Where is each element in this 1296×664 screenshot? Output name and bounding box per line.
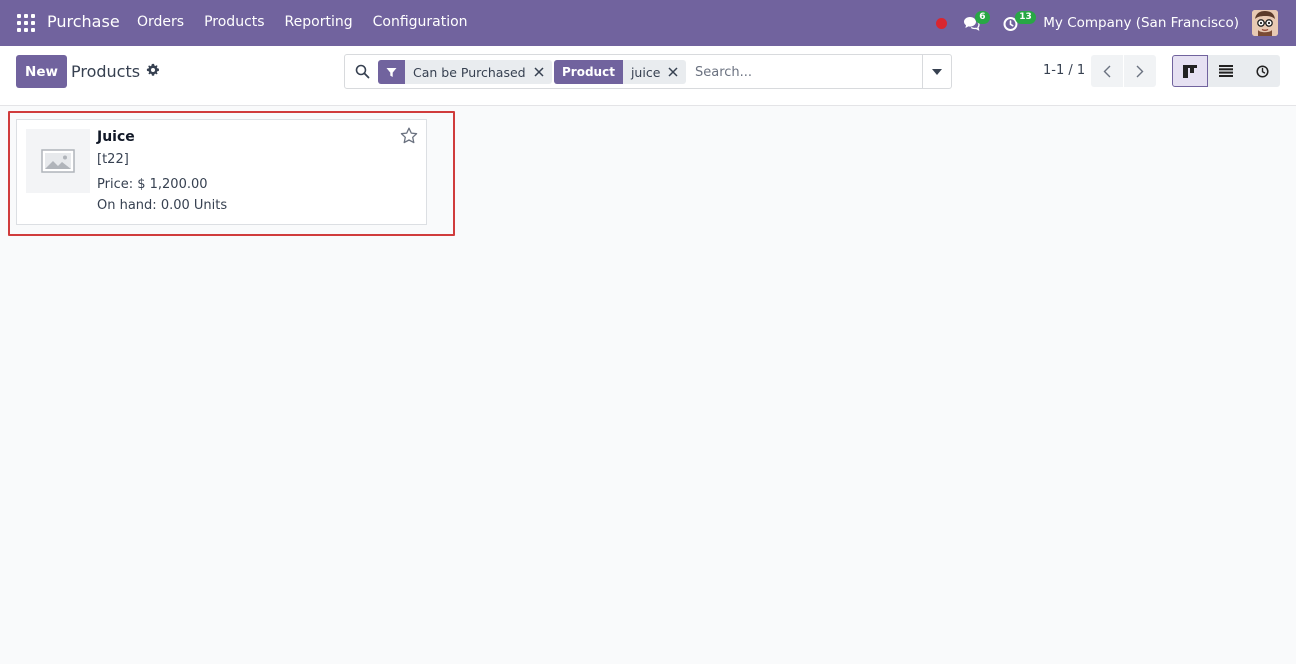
- menu-products[interactable]: Products: [204, 14, 264, 30]
- menu-configuration[interactable]: Configuration: [373, 14, 468, 30]
- gear-icon[interactable]: [146, 63, 160, 77]
- search-bar: Can be Purchased Product juice: [344, 54, 952, 89]
- messages-count-badge: 6: [975, 11, 990, 24]
- activities-button[interactable]: 13: [1003, 11, 1036, 33]
- apps-grid-icon[interactable]: [17, 14, 35, 32]
- close-icon: [534, 67, 544, 77]
- product-card[interactable]: Juice [t22] Price: $ 1,200.00 On hand: 0…: [16, 119, 427, 225]
- red-dot-icon[interactable]: [936, 17, 948, 29]
- control-panel: New Products Can be Purchased Product ju…: [0, 46, 1296, 106]
- filter-icon: [386, 67, 397, 77]
- page-title[interactable]: Products: [71, 62, 140, 81]
- menu-reporting[interactable]: Reporting: [285, 14, 353, 30]
- search-icon[interactable]: [355, 64, 370, 79]
- facet-filter-remove-button[interactable]: [534, 60, 552, 84]
- chevron-right-icon: [1136, 65, 1144, 77]
- app-brand[interactable]: Purchase: [47, 12, 120, 31]
- top-navbar: Purchase Orders Products Reporting Confi…: [0, 0, 1296, 46]
- search-facet-filter: Can be Purchased: [378, 60, 552, 84]
- caret-down-icon: [932, 68, 942, 75]
- placeholder-image-icon: [26, 129, 90, 193]
- new-button[interactable]: New: [16, 55, 67, 88]
- chevron-left-icon: [1103, 65, 1111, 77]
- facet-filter-value: Can be Purchased: [413, 64, 526, 80]
- pager-previous-button[interactable]: [1091, 55, 1123, 87]
- search-options-toggle[interactable]: [922, 55, 951, 88]
- pager-value[interactable]: 1-1 / 1: [1043, 63, 1085, 78]
- star-icon[interactable]: [400, 127, 418, 144]
- kanban-view-button[interactable]: [1172, 55, 1208, 87]
- product-code: [t22]: [97, 152, 129, 167]
- activity-view-button[interactable]: [1244, 55, 1280, 87]
- facet-product-value: juice: [630, 64, 661, 80]
- facet-product-remove-button[interactable]: [668, 60, 686, 84]
- product-price: Price: $ 1,200.00: [97, 177, 208, 192]
- clock-icon: [1255, 64, 1269, 78]
- product-on-hand: On hand: 0.00 Units: [97, 198, 228, 213]
- messages-button[interactable]: 6: [963, 11, 990, 33]
- search-input[interactable]: [695, 61, 915, 83]
- navbar-systray: 6 13 My Company (San Francisco): [936, 0, 1278, 46]
- list-icon: [1219, 65, 1233, 77]
- search-facet-product: Product juice: [554, 60, 687, 84]
- view-switcher: [1172, 55, 1280, 87]
- kanban-icon: [1183, 64, 1197, 78]
- facet-product-label: Product: [554, 60, 623, 84]
- menu-orders[interactable]: Orders: [137, 14, 184, 30]
- facet-filter-label: [378, 60, 405, 84]
- pager-next-button[interactable]: [1124, 55, 1156, 87]
- activities-count-badge: 13: [1015, 11, 1036, 24]
- list-view-button[interactable]: [1208, 55, 1244, 87]
- main-menu: Orders Products Reporting Configuration: [137, 14, 488, 30]
- avatar-icon[interactable]: [1252, 10, 1278, 36]
- company-switcher[interactable]: My Company (San Francisco): [1043, 15, 1239, 31]
- close-icon: [668, 67, 678, 77]
- product-name: Juice: [97, 129, 135, 145]
